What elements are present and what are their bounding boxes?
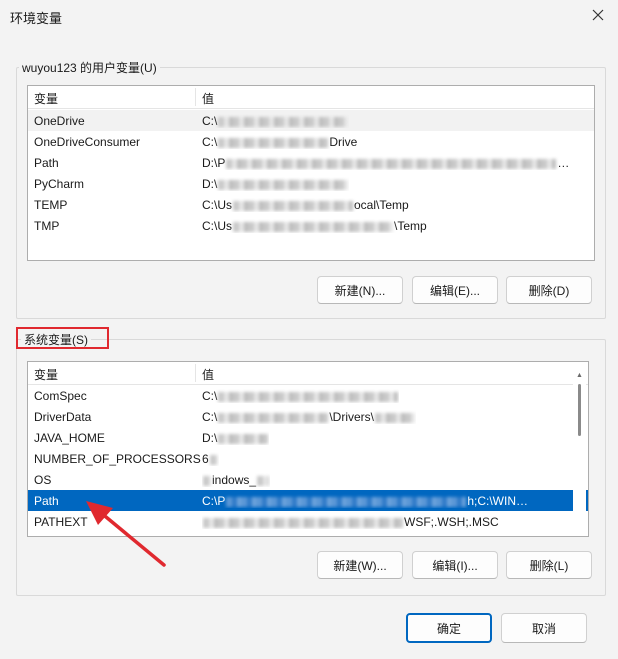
table-row[interactable]: TMP C:\Us \Temp [28, 215, 594, 236]
user-edit-button[interactable]: 编辑(E)... [412, 276, 498, 304]
variable-name: Path [34, 156, 59, 170]
system-delete-button[interactable]: 删除(L) [506, 551, 592, 579]
column-divider[interactable] [195, 364, 196, 382]
table-row[interactable]: OS indows_ [28, 469, 588, 490]
system-edit-button[interactable]: 编辑(I)... [412, 551, 498, 579]
annotation-highlight-box [16, 327, 109, 349]
variable-value: 6 [202, 452, 219, 466]
variable-value: C:\ Drive [202, 135, 358, 149]
list-header: 变量 值 [28, 86, 594, 109]
variable-value: D:\P… [202, 156, 570, 170]
user-new-button[interactable]: 新建(N)... [317, 276, 403, 304]
variable-value: C:\ [202, 114, 349, 128]
cancel-button[interactable]: 取消 [501, 613, 587, 643]
table-row[interactable]: OneDrive C:\ [28, 110, 594, 131]
variable-name: DriverData [34, 410, 92, 424]
variable-value: C:\ \Drivers\ [202, 410, 416, 424]
table-row[interactable]: DriverData C:\ \Drivers\ [28, 406, 588, 427]
variable-name: OneDriveConsumer [34, 135, 141, 149]
variable-name: ComSpec [34, 389, 87, 403]
variable-name: TMP [34, 219, 60, 233]
close-icon [592, 9, 604, 21]
table-row[interactable]: TEMP C:\Us ocal\Temp [28, 194, 594, 215]
variable-value: indows_ [202, 473, 270, 487]
ok-button[interactable]: 确定 [406, 613, 492, 643]
variable-value: WSF;.WSH;.MSC [202, 515, 499, 529]
variable-value: C:\Us \Temp [202, 219, 427, 233]
variable-name: OS [34, 473, 52, 487]
variable-name: PyCharm [34, 177, 85, 191]
variable-value: D:\ [202, 177, 349, 191]
table-row[interactable]: OneDriveConsumer C:\ Drive [28, 131, 594, 152]
annotation-arrow-icon [86, 501, 166, 567]
variable-value: C:\ [202, 389, 399, 403]
scroll-thumb[interactable] [578, 384, 581, 436]
table-row[interactable]: PyCharm D:\ [28, 173, 594, 194]
scroll-up-icon[interactable]: ▲ [576, 372, 583, 379]
user-delete-button[interactable]: 删除(D) [506, 276, 592, 304]
variable-name: OneDrive [34, 114, 85, 128]
column-header-value[interactable]: 值 [202, 90, 214, 107]
system-new-button[interactable]: 新建(W)... [317, 551, 403, 579]
user-variables-list[interactable]: 变量 值 OneDrive C:\ OneDriveConsumer C:\ Dr… [27, 85, 595, 261]
column-header-variable[interactable]: 变量 [34, 366, 58, 383]
list-header: 变量 值 [28, 362, 588, 385]
variable-name: Path [34, 494, 59, 508]
table-row[interactable]: Path D:\P… [28, 152, 594, 173]
variable-value: D:\ [202, 431, 269, 445]
variable-value: C:\P h;C:\WIN… [202, 494, 529, 508]
user-variables-legend: wuyou123 的用户变量(U) [19, 59, 160, 76]
variable-name: JAVA_HOME [34, 431, 105, 445]
variable-name: TEMP [34, 198, 68, 212]
column-header-value[interactable]: 值 [202, 366, 214, 383]
variable-value: C:\Us ocal\Temp [202, 198, 409, 212]
variable-name: NUMBER_OF_PROCESSORS [34, 452, 201, 466]
table-row[interactable]: ComSpec C:\ [28, 385, 588, 406]
column-header-variable[interactable]: 变量 [34, 90, 58, 107]
table-row[interactable]: NUMBER_OF_PROCESSORS 6 [28, 448, 588, 469]
close-button[interactable] [586, 4, 610, 26]
title-bar: 环境变量 [0, 0, 618, 30]
window-title: 环境变量 [10, 11, 63, 26]
column-divider[interactable] [195, 88, 196, 106]
system-list-scrollbar[interactable]: ▲ [573, 362, 586, 534]
table-row[interactable]: JAVA_HOME D:\ [28, 427, 588, 448]
